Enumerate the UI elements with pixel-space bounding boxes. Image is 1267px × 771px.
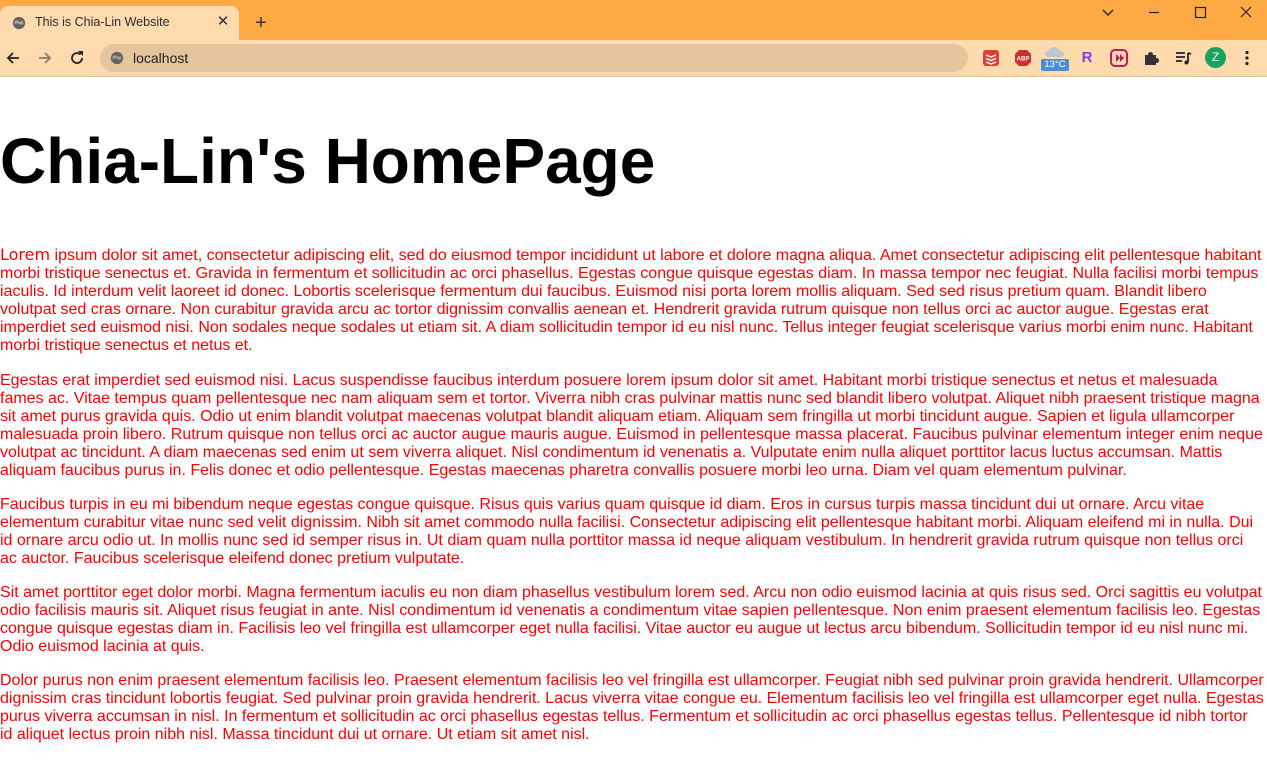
more-menu-icon[interactable] <box>1238 49 1256 67</box>
tab-close-icon[interactable]: ✕ <box>214 13 232 31</box>
globe-icon <box>12 16 26 30</box>
paragraph-1-text: ipsum dolor sit amet, consectetur adipis… <box>0 247 1262 354</box>
new-tab-button[interactable]: + <box>250 12 272 34</box>
paragraph-4: Sit amet porttitor eget dolor morbi. Mag… <box>0 584 1262 655</box>
extensions-puzzle-icon[interactable] <box>1142 49 1160 67</box>
tab-title: This is Chia-Lin Website <box>35 15 170 29</box>
page-heading: Chia-Lin's HomePage <box>0 125 656 197</box>
browser-tab[interactable]: This is Chia-Lin Website ✕ <box>0 6 239 40</box>
browser-titlebar: This is Chia-Lin Website ✕ + <box>0 0 1267 40</box>
reload-icon[interactable] <box>67 48 87 68</box>
adblock-plus-icon[interactable]: ABP <box>1014 49 1032 67</box>
forward-arrow-icon[interactable] <box>35 48 55 68</box>
address-bar[interactable]: localhost <box>100 44 968 72</box>
site-info-globe-icon[interactable] <box>110 51 124 65</box>
media-queue-icon[interactable] <box>1174 49 1192 67</box>
weather-temperature: 13°C <box>1041 59 1069 71</box>
back-arrow-icon[interactable] <box>3 48 23 68</box>
paragraph-1-first-word: Lorem <box>0 245 51 264</box>
paragraph-3: Faucibus turpis in eu mi bibendum neque … <box>0 496 1254 567</box>
paragraph-5: Dolor purus non enim praesent elementum … <box>0 672 1264 743</box>
paragraph-1: Lorem ipsum dolor sit amet, consectetur … <box>0 246 1264 355</box>
todoist-extension-icon[interactable] <box>982 49 1000 67</box>
weather-extension-icon[interactable]: 13°C <box>1040 45 1070 73</box>
video-speed-extension-icon[interactable] <box>1110 49 1128 67</box>
svg-text:ABP: ABP <box>1017 57 1030 63</box>
maximize-icon[interactable] <box>1189 4 1211 22</box>
browser-toolbar: localhost ABP 13°C R Z <box>0 40 1267 77</box>
close-window-icon[interactable] <box>1235 4 1257 22</box>
paragraph-2: Egestas erat imperdiet sed euismod nisi.… <box>0 372 1263 479</box>
url-text: localhost <box>133 50 189 66</box>
r-extension-icon[interactable]: R <box>1078 49 1096 67</box>
tab-search-chevron-icon[interactable] <box>1097 4 1119 22</box>
minimize-icon[interactable] <box>1143 4 1165 22</box>
profile-avatar[interactable]: Z <box>1205 47 1226 68</box>
